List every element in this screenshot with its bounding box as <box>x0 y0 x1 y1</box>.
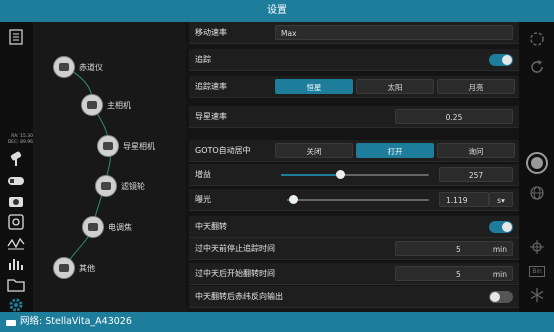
refresh-icon[interactable] <box>527 58 547 76</box>
folder-icon[interactable] <box>6 276 26 294</box>
window-title: 设置 <box>0 0 554 22</box>
tree-item-guide-camera[interactable]: 导星相机 <box>97 135 155 157</box>
goto-center-row: GOTO自动居中 关闭 打开 询问 <box>189 140 519 162</box>
settings-panel: 移动速率 Max 追踪 追踪速率 恒星 太阳 月亮 导星速率 0.25 GOTO… <box>189 22 519 312</box>
tree-item-focuser[interactable]: 电调焦 <box>82 216 132 238</box>
mount-icon[interactable] <box>6 150 26 168</box>
other-icon <box>53 257 75 279</box>
shutter-button[interactable] <box>526 152 548 174</box>
meridian-flip-toggle[interactable] <box>489 221 513 233</box>
focuser-icon <box>82 216 104 238</box>
exposure-row: 曝光 1.119 s▾ <box>189 189 519 211</box>
bin-icon[interactable]: Bin <box>527 262 547 280</box>
stop-before-meridian-input[interactable]: 5 min <box>395 241 513 256</box>
flip-after-meridian-row: 过中天后开始翻转时间 5 min <box>189 263 519 285</box>
tree-item-other[interactable]: 其他 <box>53 257 95 279</box>
flip-after-meridian-input[interactable]: 5 min <box>395 266 513 281</box>
globe-icon[interactable] <box>527 184 547 202</box>
stop-before-meridian-row: 过中天前停止追踪时间 5 min <box>189 238 519 260</box>
ra-dec-readout: RA: 15.30 DEC: 89.96 <box>7 134 33 145</box>
gain-slider[interactable] <box>281 170 429 179</box>
network-status-text: 网络: StellaVita_A43026 <box>20 316 132 327</box>
reverse-dec-row: 中天翻转后赤纬反向输出 <box>189 286 519 308</box>
goto-center-on-button[interactable]: 打开 <box>356 143 434 158</box>
telescope-icon[interactable] <box>6 172 26 190</box>
mount-icon <box>53 56 75 78</box>
graph-icon[interactable] <box>6 234 26 252</box>
filter-wheel-icon <box>95 175 117 197</box>
tree-item-filter-wheel[interactable]: 滤镜轮 <box>95 175 145 197</box>
gain-slider-thumb[interactable] <box>336 170 346 179</box>
goto-center-off-button[interactable]: 关闭 <box>275 143 353 158</box>
gain-input[interactable]: 257 <box>439 167 513 182</box>
tracking-row: 追踪 <box>189 49 519 71</box>
guide-camera-icon <box>97 135 119 157</box>
exposure-slider-thumb[interactable] <box>289 195 298 204</box>
tracking-rate-sidereal-button[interactable]: 恒星 <box>275 79 353 94</box>
left-toolbar: RA: 15.30 DEC: 89.96 <box>0 22 33 312</box>
tracking-rate-row: 追踪速率 恒星 太阳 月亮 <box>189 76 519 98</box>
exposure-input[interactable]: 1.119 <box>439 192 489 207</box>
tree-item-mount[interactable]: 赤道仪 <box>53 56 103 78</box>
tracking-toggle[interactable] <box>489 54 513 66</box>
network-icon <box>6 320 16 326</box>
exposure-unit-select[interactable]: s▾ <box>489 192 513 207</box>
slew-rate-row: 移动速率 Max <box>189 22 519 44</box>
goto-center-ask-button[interactable]: 询问 <box>437 143 515 158</box>
dropdown-caret-icon: ▾ <box>501 196 505 205</box>
slew-rate-select[interactable]: Max <box>275 25 513 40</box>
tree-item-main-camera[interactable]: 主相机 <box>81 94 131 116</box>
crosshair-icon[interactable] <box>527 238 547 256</box>
reverse-dec-toggle[interactable] <box>489 291 513 303</box>
camera-icon[interactable] <box>6 192 26 210</box>
meridian-flip-row: 中天翻转 <box>189 216 519 238</box>
histogram-icon[interactable] <box>6 255 26 273</box>
device-tree: 赤道仪 主相机 导星相机 滤镜轮 电调焦 其他 <box>33 22 186 312</box>
exposure-slider[interactable] <box>287 195 429 204</box>
target-icon[interactable] <box>6 213 26 231</box>
status-bar: 网络: StellaVita_A43026 <box>0 312 554 332</box>
guide-rate-row: 导星速率 0.25 <box>189 106 519 128</box>
snowflake-icon[interactable] <box>527 286 547 304</box>
gain-row: 增益 257 <box>189 164 519 186</box>
guide-rate-input[interactable]: 0.25 <box>395 109 513 124</box>
checklist-icon[interactable] <box>6 28 26 46</box>
right-toolbar: Bin <box>519 22 554 312</box>
main-camera-icon <box>81 94 103 116</box>
tracking-rate-solar-button[interactable]: 太阳 <box>356 79 434 94</box>
tracking-rate-lunar-button[interactable]: 月亮 <box>437 79 515 94</box>
rotate-icon[interactable] <box>527 30 547 48</box>
